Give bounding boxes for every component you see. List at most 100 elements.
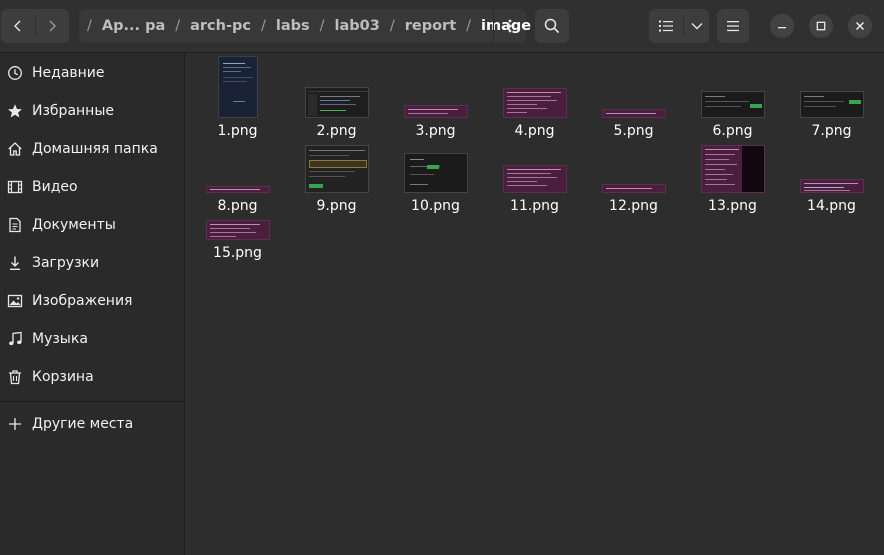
file-name: 13.png [708,198,757,214]
file-name: 11.png [510,198,559,214]
sidebar-item-label: Загрузки [32,255,100,271]
view-switcher [649,9,709,43]
sidebar-item-label: Домашняя папка [32,141,158,157]
sidebar-item-home[interactable]: Домашняя папка [0,132,184,166]
main-menu-button[interactable] [717,9,749,43]
sidebar-item-videos[interactable]: Видео [0,170,184,204]
file-name: 15.png [213,245,262,261]
breadcrumb-report[interactable]: report [405,18,456,34]
file-thumbnail [386,131,485,193]
file-item[interactable]: 6.png [683,56,782,139]
sidebar: Недавние Избранные Домашняя папка Видео … [0,53,185,555]
search-icon [544,18,560,34]
vertical-dots-icon [508,19,512,33]
hamburger-menu-icon [727,21,739,32]
sidebar-item-label: Избранные [32,103,114,119]
file-item[interactable]: 15.png [188,178,287,261]
file-thumbnail [683,56,782,118]
sidebar-item-label: Изображения [32,293,133,309]
search-button[interactable] [535,9,569,43]
film-icon [7,179,23,195]
sidebar-item-downloads[interactable]: Загрузки [0,246,184,280]
file-name: 10.png [411,198,460,214]
file-grid: 1.png 2.png 3.png 4.png 5.png 6.png 7.pn… [185,53,884,555]
file-thumbnail [287,131,386,193]
sidebar-item-label: Видео [32,179,78,195]
file-item[interactable]: 4.png [485,56,584,139]
sidebar-item-starred[interactable]: Избранные [0,94,184,128]
file-item[interactable]: 2.png [287,56,386,139]
home-icon [7,141,23,157]
close-icon [855,21,865,31]
image-icon [7,293,23,309]
path-separator: / [260,18,266,34]
file-thumbnail [683,131,782,193]
breadcrumb-home[interactable]: Ар... ра [102,18,165,34]
file-item[interactable]: 3.png [386,56,485,139]
breadcrumb-arch-pc[interactable]: arch-pc [190,18,251,34]
sidebar-item-trash[interactable]: Корзина [0,360,184,394]
file-item[interactable]: 7.png [782,56,881,139]
chevron-right-icon [49,20,56,32]
file-item[interactable]: 13.png [683,131,782,214]
file-thumbnail [386,56,485,118]
file-item[interactable]: 10.png [386,131,485,214]
list-view-button[interactable] [649,9,683,43]
path-more-button[interactable] [493,9,526,43]
download-icon [7,255,23,271]
path-separator: / [389,18,395,34]
sidebar-item-documents[interactable]: Документы [0,208,184,242]
file-thumbnail [485,56,584,118]
file-thumbnail [584,56,683,118]
file-thumbnail [782,56,881,118]
location-breadcrumb: / Ар... ра / arch-pc / labs / lab03 / re… [79,9,531,43]
sidebar-item-pictures[interactable]: Изображения [0,284,184,318]
star-icon [7,103,23,119]
sidebar-divider [0,401,184,402]
path-separator: / [87,18,92,34]
file-item[interactable]: 14.png [782,131,881,214]
file-thumbnail [782,131,881,193]
clock-icon [7,65,23,81]
close-button[interactable] [848,14,872,38]
file-item[interactable]: 9.png [287,131,386,214]
file-item[interactable]: 5.png [584,56,683,139]
chevron-down-icon [691,23,702,30]
trash-icon [7,369,23,385]
minimize-button[interactable] [770,14,794,38]
file-thumbnail [485,131,584,193]
plus-icon [7,416,23,432]
view-options-button[interactable] [684,9,709,43]
file-thumbnail [188,178,287,240]
sidebar-item-other-locations[interactable]: Другие места [0,407,184,441]
sidebar-item-label: Другие места [32,416,134,432]
sidebar-item-label: Недавние [32,65,105,81]
file-name: 12.png [609,198,658,214]
maximize-button[interactable] [809,14,833,38]
sidebar-item-label: Корзина [32,369,94,385]
breadcrumb-labs[interactable]: labs [276,18,310,34]
forward-button[interactable] [35,9,69,43]
sidebar-item-label: Документы [32,217,116,233]
file-thumbnail [584,131,683,193]
maximize-icon [816,21,826,31]
file-item[interactable]: 1.png [188,56,287,139]
music-icon [7,331,23,347]
back-button[interactable] [1,9,35,43]
minimize-icon [778,27,786,29]
file-item[interactable]: 11.png [485,131,584,214]
navigation-buttons [1,9,69,43]
sidebar-item-label: Музыка [32,331,88,347]
file-thumbnail [188,56,287,118]
file-name: 9.png [316,198,357,214]
chevron-left-icon [14,20,21,32]
file-item[interactable]: 12.png [584,131,683,214]
sidebar-item-music[interactable]: Музыка [0,322,184,356]
breadcrumb-lab03[interactable]: lab03 [335,18,380,34]
document-icon [7,217,23,233]
header-bar: / Ар... ра / arch-pc / labs / lab03 / re… [0,0,884,53]
path-separator: / [319,18,325,34]
sidebar-item-recent[interactable]: Недавние [0,56,184,90]
file-name: 14.png [807,198,856,214]
path-separator: / [466,18,472,34]
